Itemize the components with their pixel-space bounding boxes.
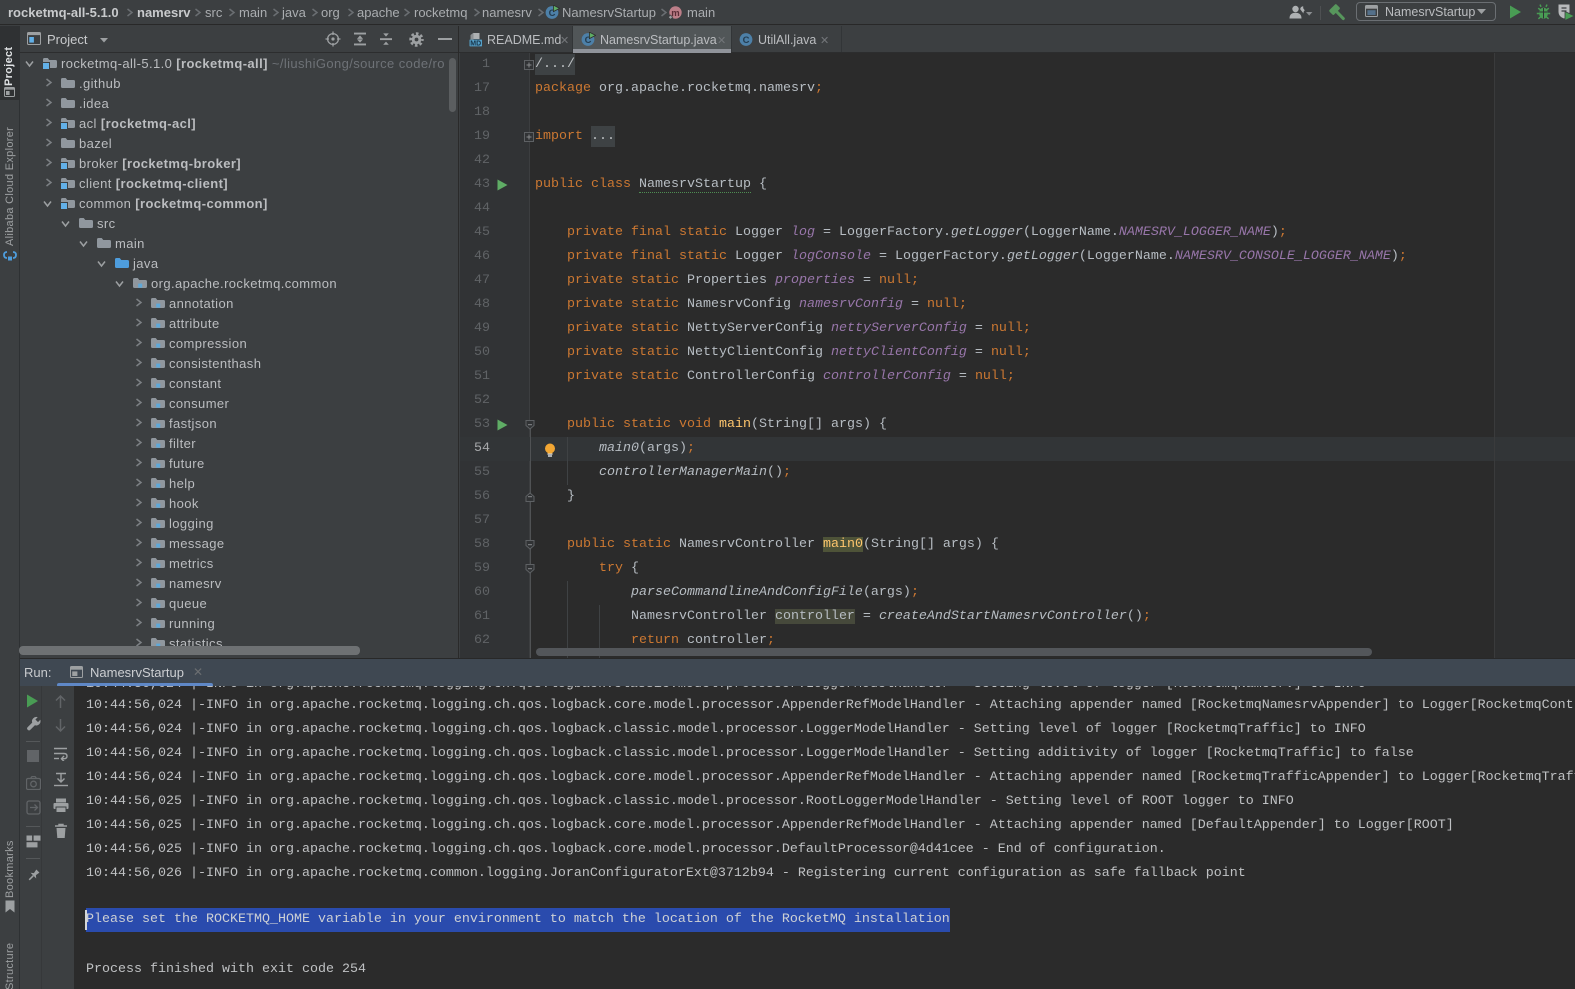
svg-text:MD: MD xyxy=(470,40,481,47)
svg-text:C: C xyxy=(743,35,750,46)
